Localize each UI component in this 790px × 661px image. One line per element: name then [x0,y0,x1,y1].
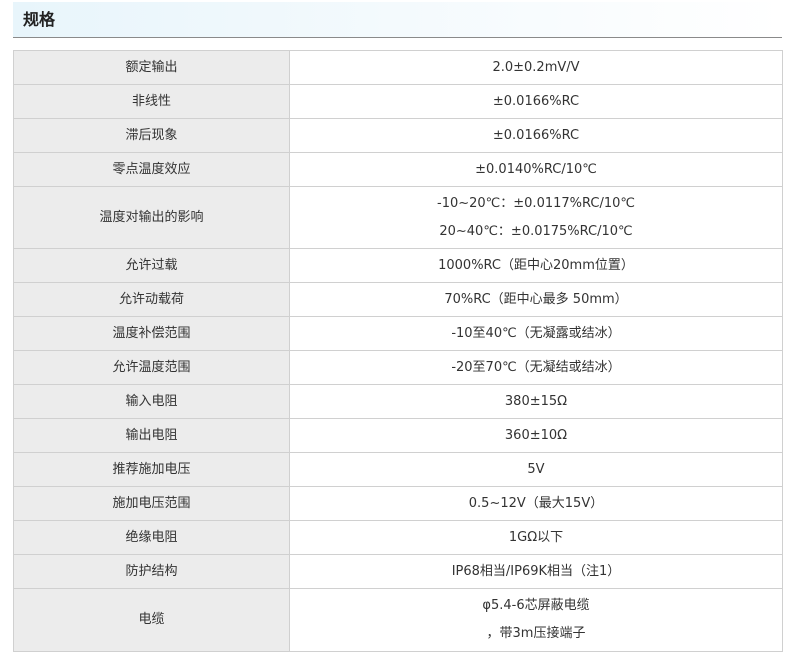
spec-table: 额定输出 2.0±0.2mV/V 非线性 ±0.0166%RC 滞后现象 ±0.0166%… [13,50,783,652]
spec-row: 允许过载 1000%RC（距中心20mm位置） [13,248,783,283]
spec-value-line: 1000%RC（距中心20mm位置） [438,257,634,273]
spec-label: 防护结构 [13,554,290,589]
spec-row: 输入电阻 380±15Ω [13,384,783,419]
spec-row: 允许温度范围 -20至70℃（无凝结或结冰） [13,350,783,385]
spec-value: -10至40℃（无凝露或结冰） [289,316,783,351]
spec-value-line: -10~20℃：±0.0117%RC/10℃ [437,195,635,211]
spec-value-line: -10至40℃（无凝露或结冰） [451,325,621,341]
spec-label: 输入电阻 [13,384,290,419]
spec-label: 施加电压范围 [13,486,290,521]
spec-value-line: ，带3m压接端子 [486,626,586,641]
spec-value: 5V [289,452,783,487]
spec-row: 防护结构 IP68相当/IP69K相当（注1） [13,554,783,589]
spec-row: 温度补偿范围 -10至40℃（无凝露或结冰） [13,316,783,351]
spec-row: 电缆 φ5.4-6芯屏蔽电缆 ，带3m压接端子 [13,588,783,652]
spec-value-line: 0.5~12V（最大15V） [468,495,604,511]
spec-row: 绝缘电阻 1GΩ以下 [13,520,783,555]
spec-row: 温度对输出的影响 -10~20℃：±0.0117%RC/10℃ 20~40℃：±0.… [13,186,783,249]
spec-value-line: ±0.0166%RC [492,93,580,109]
spec-label: 额定输出 [13,50,290,85]
spec-value-line: φ5.4-6芯屏蔽电缆 [482,598,590,613]
spec-value-line: ±0.0140%RC/10℃ [475,161,597,177]
spec-value: 2.0±0.2mV/V [289,50,783,85]
spec-label: 零点温度效应 [13,152,290,187]
spec-label: 滞后现象 [13,118,290,153]
spec-value: -10~20℃：±0.0117%RC/10℃ 20~40℃：±0.0175%RC/… [289,186,783,249]
spec-value-line: 2.0±0.2mV/V [492,59,580,75]
spec-value: 1000%RC（距中心20mm位置） [289,248,783,283]
spec-value-line: 360±10Ω [504,427,568,443]
spec-value: IP68相当/IP69K相当（注1） [289,554,783,589]
spec-label: 允许过载 [13,248,290,283]
spec-value-line: 380±15Ω [504,393,568,409]
spec-label: 温度对输出的影响 [13,186,290,249]
spec-label: 输出电阻 [13,418,290,453]
spec-row: 允许动载荷 70%RC（距中心最多 50mm） [13,282,783,317]
spec-label: 非线性 [13,84,290,119]
spec-row: 非线性 ±0.0166%RC [13,84,783,119]
spec-label: 温度补偿范围 [13,316,290,351]
spec-value-line: 20~40℃：±0.0175%RC/10℃ [439,223,633,239]
spec-value-line: -20至70℃（无凝结或结冰） [451,359,621,375]
spec-value: ±0.0166%RC [289,84,783,119]
spec-row: 推荐施加电压 5V [13,452,783,487]
spec-value-line: 5V [527,461,545,477]
spec-value: 1GΩ以下 [289,520,783,555]
spec-label: 允许动载荷 [13,282,290,317]
spec-label: 电缆 [13,588,290,652]
spec-value: ±0.0140%RC/10℃ [289,152,783,187]
spec-row: 输出电阻 360±10Ω [13,418,783,453]
spec-value-line: 1GΩ以下 [508,529,564,545]
spec-value: φ5.4-6芯屏蔽电缆 ，带3m压接端子 [289,588,783,652]
spec-value: 360±10Ω [289,418,783,453]
spec-value: ±0.0166%RC [289,118,783,153]
section-title: 规格 [23,10,56,29]
spec-value: 0.5~12V（最大15V） [289,486,783,521]
section-header: 规格 [13,2,782,38]
spec-value-line: IP68相当/IP69K相当（注1） [451,563,621,579]
spec-label: 推荐施加电压 [13,452,290,487]
spec-label: 绝缘电阻 [13,520,290,555]
spec-value: -20至70℃（无凝结或结冰） [289,350,783,385]
spec-row: 滞后现象 ±0.0166%RC [13,118,783,153]
spec-row: 施加电压范围 0.5~12V（最大15V） [13,486,783,521]
spec-value-line: ±0.0166%RC [492,127,580,143]
spec-row: 零点温度效应 ±0.0140%RC/10℃ [13,152,783,187]
spec-value-line: 70%RC（距中心最多 50mm） [444,291,628,307]
spec-value: 380±15Ω [289,384,783,419]
spec-row: 额定输出 2.0±0.2mV/V [13,50,783,85]
spec-label: 允许温度范围 [13,350,290,385]
spec-value: 70%RC（距中心最多 50mm） [289,282,783,317]
